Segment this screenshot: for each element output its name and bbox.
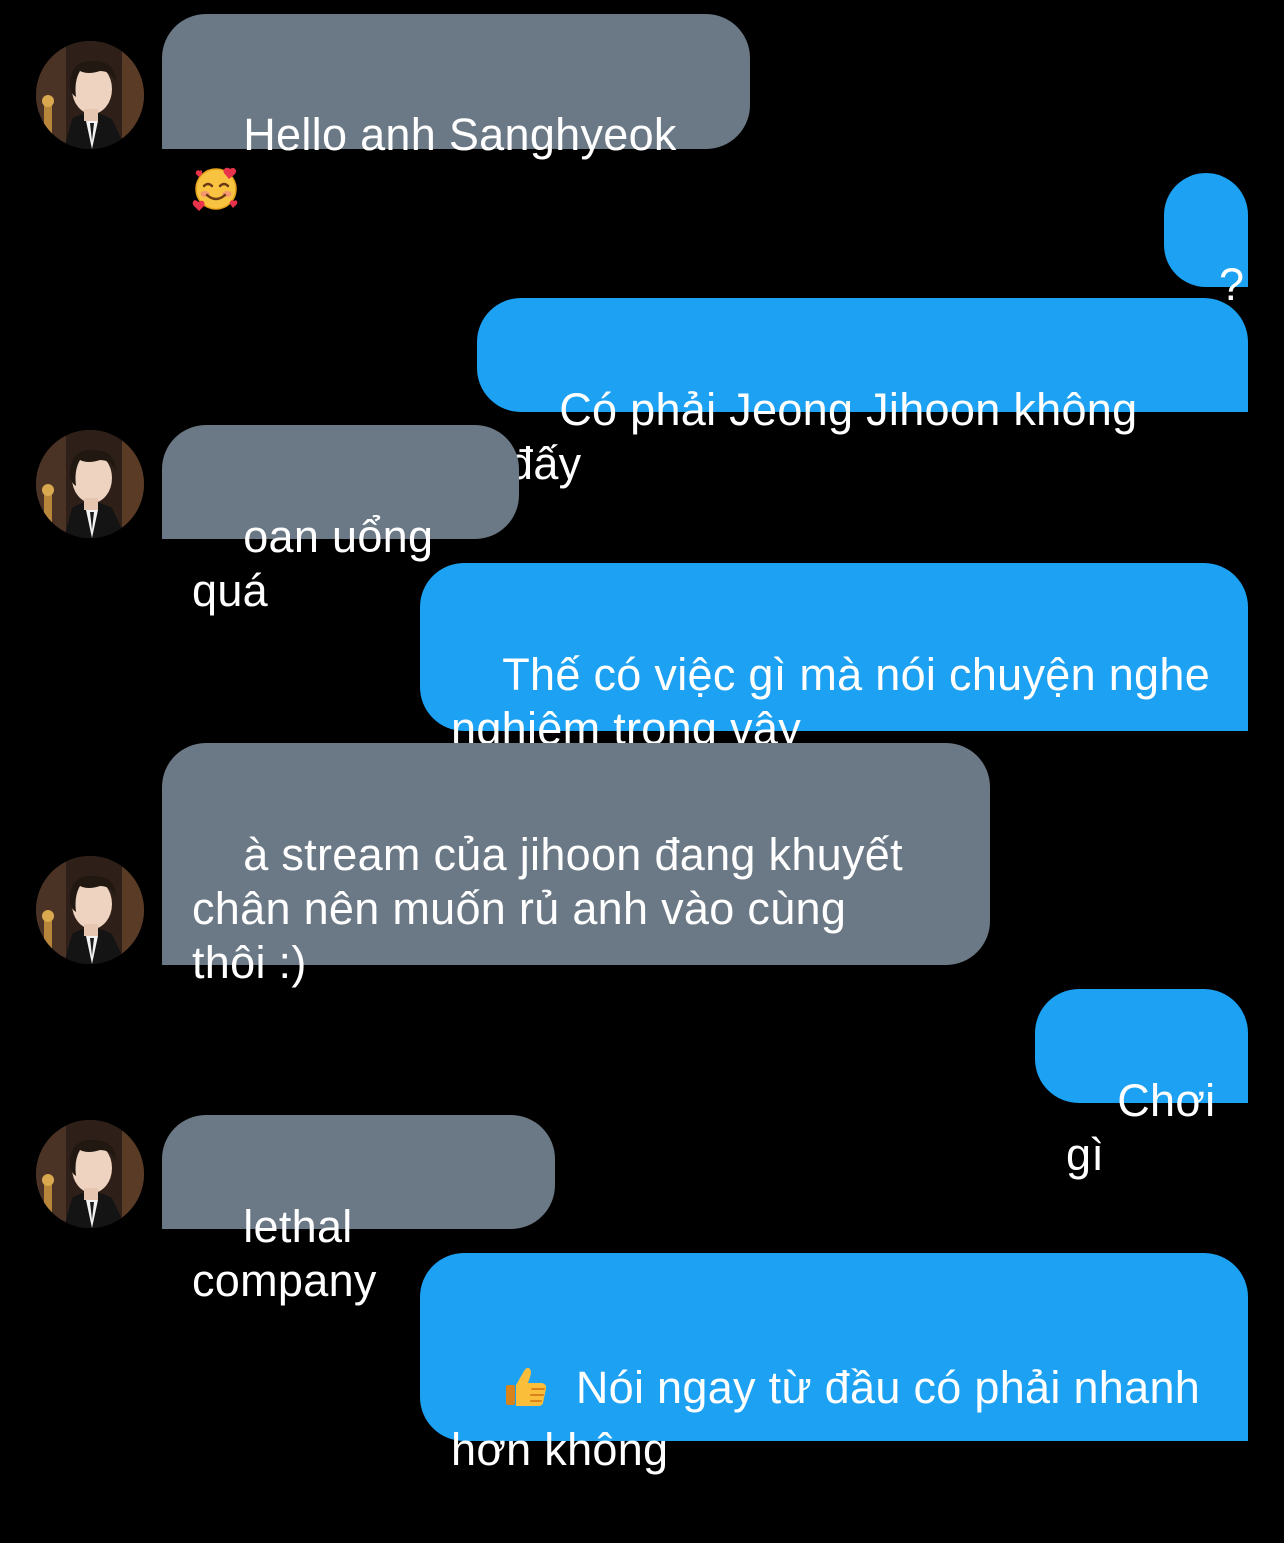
- avatar-photo: [36, 856, 144, 964]
- incoming-message-bubble[interactable]: à stream của jihoon đang khuyết chân nên…: [162, 743, 990, 988]
- message-text: à stream của jihoon đang khuyết chân nên…: [192, 829, 916, 988]
- outgoing-message-bubble[interactable]: Thế có việc gì mà nói chuyện nghe nghiêm…: [420, 563, 1248, 754]
- outgoing-message-bubble[interactable]: Chơi gì: [1035, 989, 1248, 1180]
- avatar[interactable]: [36, 430, 144, 538]
- outgoing-message-bubble[interactable]: Có phải Jeong Jihoon không đấy: [477, 298, 1248, 489]
- avatar[interactable]: [36, 1120, 144, 1228]
- outgoing-message-bubble[interactable]: Nói ngay từ đầu có phải nhanh hơn không: [420, 1253, 1248, 1475]
- outgoing-message-bubble[interactable]: ?: [1164, 173, 1248, 310]
- message-text: Chơi gì: [1066, 1075, 1229, 1180]
- incoming-message-bubble[interactable]: Hello anh Sanghyeok: [162, 14, 750, 149]
- message-text: lethal company: [192, 1201, 377, 1306]
- incoming-message-bubble[interactable]: oan uổng quá: [162, 425, 519, 616]
- message-text: Thế có việc gì mà nói chuyện nghe nghiêm…: [451, 649, 1223, 754]
- avatar-photo: [36, 41, 144, 149]
- avatar-photo: [36, 430, 144, 538]
- avatar[interactable]: [36, 41, 144, 149]
- avatar-photo: [36, 1120, 144, 1228]
- avatar[interactable]: [36, 856, 144, 964]
- incoming-message-bubble[interactable]: lethal company: [162, 1115, 555, 1306]
- thumbs-up-icon: [502, 1371, 550, 1411]
- message-text: Có phải Jeong Jihoon không đấy: [508, 384, 1151, 489]
- message-text: Hello anh Sanghyeok: [243, 109, 690, 160]
- message-text: oan uổng quá: [192, 511, 447, 616]
- smiling-face-with-hearts-icon: [192, 171, 240, 213]
